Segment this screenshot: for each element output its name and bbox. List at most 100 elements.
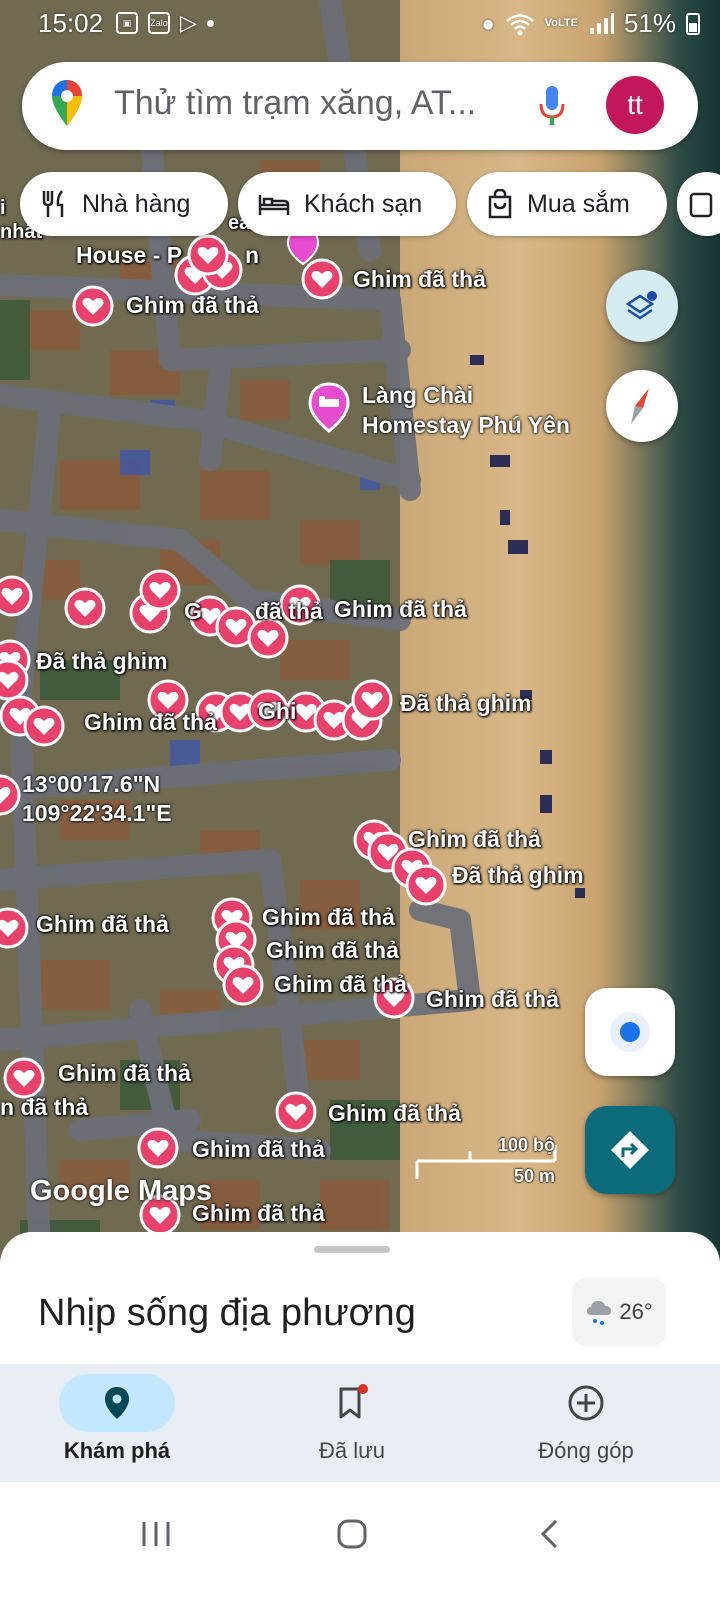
temperature: 26°	[619, 1299, 653, 1324]
signal-icon	[589, 12, 614, 34]
pin-label-partial: đã thả	[255, 598, 323, 624]
nav-label: Khám phá	[63, 1438, 171, 1463]
recent-apps-icon[interactable]	[140, 1518, 172, 1550]
dropped-pin-coordinates[interactable]: 13°00'17.6"N 109°22'34.1"E	[22, 770, 172, 828]
chip-hotels[interactable]: Khách sạn	[238, 172, 456, 236]
chip-label: Khách sạn	[304, 189, 423, 218]
battery-percent: 51%	[623, 8, 676, 38]
heart-pin-icon[interactable]	[0, 907, 29, 949]
scale-imperial: 100 bộ	[497, 1135, 555, 1155]
pin-label: Ghim đã thả	[266, 937, 399, 963]
explore-pin-icon	[105, 1387, 129, 1419]
compass-icon	[631, 388, 649, 424]
hotel-pin-icon[interactable]	[307, 382, 351, 434]
heart-pin-icon[interactable]	[351, 679, 393, 721]
notification-icons: ▣ Zalo ▷	[116, 10, 214, 36]
sheet-drag-handle[interactable]	[314, 1246, 390, 1253]
pin-label: Ghim đã thả	[334, 596, 467, 622]
scale-metric: 50 m	[513, 1166, 555, 1186]
pin-label: Ghim đã thả	[408, 826, 541, 852]
my-location-button[interactable]	[585, 988, 675, 1076]
place-label-house: House - P	[76, 242, 183, 268]
chip-more[interactable]	[677, 172, 720, 236]
nav-label: Đã lưu	[318, 1438, 386, 1463]
poi-label[interactable]: Làng Chài Homestay Phú Yên	[362, 380, 570, 440]
play-icon: ▷	[180, 10, 197, 35]
longitude: 109°22'34.1"E	[22, 800, 172, 826]
pin-label: Ghim đã thả	[36, 911, 169, 937]
heart-pin-icon[interactable]	[275, 1091, 317, 1133]
battery-icon	[686, 12, 700, 35]
pin-label-partial: G	[184, 598, 202, 624]
layers-button[interactable]	[606, 270, 678, 342]
pin-label: Ghim đã thả	[274, 971, 407, 997]
pin-label: Đã thả ghim	[36, 648, 168, 674]
pin-label: Ghim đã thả	[328, 1100, 461, 1126]
heart-pin-icon[interactable]	[3, 1057, 45, 1099]
search-bar[interactable]: Thử tìm trạm xăng, AT... tt	[22, 62, 698, 150]
pin-label: Ghim đã thả	[84, 709, 217, 735]
nav-icon-pill	[59, 1374, 175, 1432]
google-maps-pin-icon	[52, 80, 82, 126]
nav-saved[interactable]: Đã lưu	[252, 1364, 452, 1482]
system-navigation-bar	[0, 1482, 720, 1605]
poi-name-line1: Làng Chài	[362, 382, 474, 408]
gallery-icon: ▣	[116, 12, 138, 34]
nav-icon-pill	[294, 1374, 410, 1432]
latitude: 13°00'17.6"N	[22, 771, 161, 797]
chip-label: Mua sắm	[527, 189, 630, 218]
chip-shopping[interactable]: Mua sắm	[467, 172, 667, 236]
heart-pin-icon[interactable]	[301, 258, 343, 300]
heart-pin-icon[interactable]	[222, 964, 264, 1006]
volte-icon: VoLTE	[544, 17, 578, 29]
heart-pin-icon[interactable]	[187, 234, 229, 276]
pin-label: Đã thả ghim	[452, 862, 584, 888]
chip-restaurants[interactable]: Nhà hàng	[20, 172, 228, 236]
google-maps-logo: Google Maps	[30, 1175, 213, 1207]
heart-pin-icon[interactable]	[405, 864, 447, 906]
bed-icon	[258, 195, 290, 215]
microphone-icon[interactable]	[538, 84, 566, 128]
add-circle-icon	[568, 1385, 604, 1421]
nav-icon-pill	[528, 1374, 644, 1432]
search-input[interactable]: Thử tìm trạm xăng, AT...	[114, 84, 476, 123]
home-icon[interactable]	[336, 1518, 368, 1550]
heart-pin-icon[interactable]	[139, 569, 181, 611]
notification-dot-icon	[206, 19, 214, 27]
heart-pin-icon[interactable]	[64, 587, 106, 629]
nav-explore[interactable]: Khám phá	[17, 1364, 217, 1482]
account-avatar[interactable]: tt	[606, 76, 664, 134]
explore-bottom-sheet[interactable]: Nhịp sống địa phương 26°	[0, 1232, 720, 1372]
layers-icon	[625, 291, 657, 320]
system-icons: ● VoLTE 51%	[481, 8, 700, 39]
poi-name-line2: Homestay Phú Yên	[362, 412, 570, 438]
pin-label: Ghim đã thả	[126, 292, 259, 318]
bookmark-icon	[339, 1384, 368, 1419]
compass-button[interactable]	[606, 370, 678, 442]
directions-icon	[611, 1131, 649, 1169]
more-category-icon	[689, 192, 713, 218]
zalo-icon: Zalo	[148, 12, 170, 34]
heart-pin-icon[interactable]	[72, 285, 114, 327]
bottom-navigation: Khám phá Đã lưu Đóng góp	[0, 1364, 720, 1482]
heart-pin-icon[interactable]	[0, 774, 21, 816]
location-icon: ●	[481, 10, 495, 36]
pin-label: Ghim đã thả	[58, 1060, 191, 1086]
pin-label: Ghim đã thả	[426, 986, 559, 1012]
nav-contribute[interactable]: Đóng góp	[486, 1364, 686, 1482]
chip-label: Nhà hàng	[82, 189, 191, 218]
nav-label: Đóng góp	[538, 1438, 634, 1463]
directions-button[interactable]	[585, 1106, 675, 1194]
weather-chip[interactable]: 26°	[572, 1278, 666, 1346]
pin-label-partial: Ghi	[258, 698, 297, 724]
pin-label: Ghim đã thả	[353, 266, 486, 292]
rain-cloud-icon	[587, 1301, 612, 1325]
pin-label: Ghim đã thả	[192, 1136, 325, 1162]
back-icon[interactable]	[538, 1518, 562, 1550]
sheet-title: Nhịp sống địa phương	[38, 1292, 416, 1334]
heart-pin-icon[interactable]	[0, 575, 33, 617]
heart-pin-icon[interactable]	[23, 705, 65, 747]
pin-label: Ghim đã thả	[262, 904, 395, 930]
pin-label: n đã thả	[0, 1094, 89, 1120]
heart-pin-icon[interactable]	[137, 1127, 179, 1169]
